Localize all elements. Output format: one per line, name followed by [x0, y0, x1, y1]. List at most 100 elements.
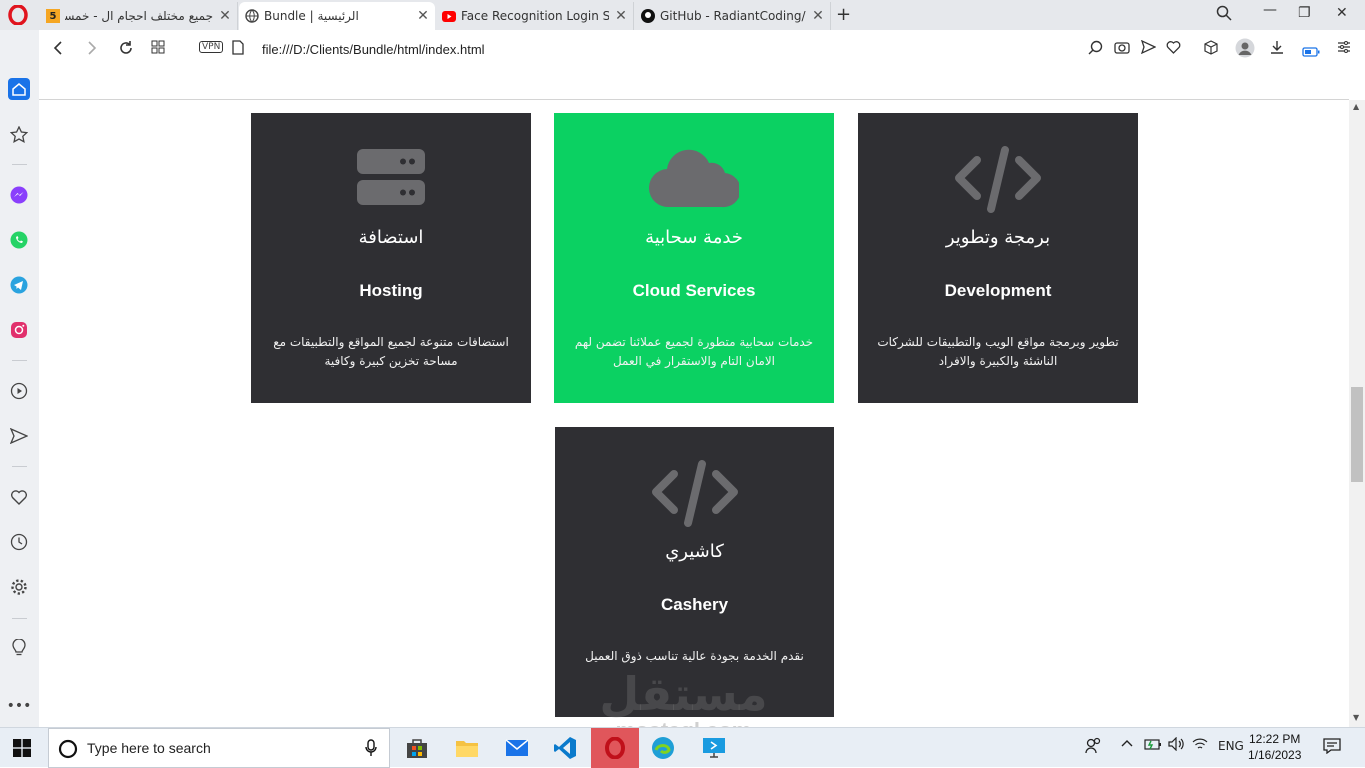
cloud-icon [554, 145, 834, 215]
mail-icon[interactable] [503, 734, 531, 762]
sidebar-divider [12, 164, 27, 165]
service-title-en: Cashery [660, 595, 729, 614]
service-description: تطوير وبرمجة مواقع الويب والتطبيقات للشر… [877, 335, 1119, 368]
settings-gear-icon[interactable] [9, 577, 29, 597]
vpn-badge[interactable]: VPN [199, 41, 224, 53]
service-title-en: Cloud Services [632, 281, 756, 300]
code-icon [555, 459, 834, 529]
close-tab-icon[interactable]: ✕ [417, 8, 429, 24]
battery-saver-icon[interactable] [1302, 43, 1320, 61]
forward-icon[interactable] [86, 40, 98, 60]
scroll-down-arrow-icon[interactable]: ▼ [1353, 713, 1359, 722]
khamsat-icon: 5 [46, 9, 60, 23]
people-icon[interactable] [1085, 737, 1101, 759]
service-title-ar: استضافة [358, 227, 424, 248]
file-explorer-icon[interactable] [453, 734, 481, 762]
tab-youtube[interactable]: Face Recognition Login Sys ✕ [436, 2, 634, 30]
opera-menu-icon[interactable] [8, 4, 28, 26]
tab-search-icon[interactable] [1216, 5, 1232, 25]
tab-title: Bundle | الرئيسية [264, 9, 359, 23]
tab-bundle[interactable]: Bundle | الرئيسية ✕ [239, 2, 435, 30]
code-icon [858, 145, 1138, 215]
home-icon[interactable] [8, 78, 30, 100]
taskbar-search-box[interactable]: Type here to search [48, 728, 390, 768]
service-card-cashery[interactable]: كاشيري Cashery نقدم الخدمة بجودة عالية ت… [555, 427, 834, 717]
back-icon[interactable] [52, 40, 64, 60]
tab-bar: 5 جميع مختلف احجام ال - خمسات ✕ Bundle |… [0, 0, 1365, 30]
network-icon[interactable] [1192, 737, 1208, 755]
service-title-en: Hosting [359, 281, 423, 300]
close-window-icon[interactable]: ✕ [1336, 5, 1348, 21]
instagram-icon[interactable] [9, 320, 29, 340]
search-placeholder: Type here to search [87, 740, 211, 756]
windows-start-icon[interactable] [8, 734, 36, 762]
header-divider [39, 99, 1349, 100]
bookmarks-heart-icon[interactable] [9, 487, 29, 507]
opera-taskbar-icon[interactable] [591, 728, 639, 768]
language-indicator[interactable]: ENG [1218, 739, 1244, 753]
cortana-circle-icon [58, 739, 78, 763]
tab-title: جميع مختلف احجام ال - خمسات [65, 9, 213, 23]
snapshot-icon[interactable] [1114, 40, 1130, 58]
service-description: خدمات سحابية متطورة لجميع عملائنا تضمن ل… [574, 335, 814, 368]
reload-icon[interactable] [118, 40, 134, 60]
microphone-icon[interactable] [365, 739, 377, 761]
more-dots-icon[interactable]: ••• [7, 696, 32, 716]
service-title-en: Development [944, 281, 1052, 300]
service-description: نقدم الخدمة بجودة عالية تناسب ذوق العميل [585, 649, 804, 663]
edge-icon[interactable] [649, 734, 677, 762]
sidebar-divider [12, 618, 27, 619]
notifications-icon[interactable] [1323, 738, 1341, 758]
easy-setup-icon[interactable] [1337, 40, 1351, 58]
tab-title: GitHub - RadiantCoding/Co [660, 9, 806, 23]
tips-lightbulb-icon[interactable] [9, 638, 29, 658]
messenger-icon[interactable] [9, 185, 29, 205]
player-icon[interactable] [9, 381, 29, 401]
taskbar-clock[interactable]: 12:22 PM 1/16/2023 [1248, 731, 1301, 763]
restore-icon[interactable]: ❐ [1298, 5, 1311, 21]
service-card-cloud[interactable]: خدمة سحابية Cloud Services خدمات سحابية … [554, 113, 834, 403]
tab-khamsat[interactable]: 5 جميع مختلف احجام ال - خمسات ✕ [40, 2, 238, 30]
vscode-icon[interactable] [551, 734, 579, 762]
tab-github[interactable]: GitHub - RadiantCoding/Co ✕ [635, 2, 831, 30]
whatsapp-icon[interactable] [9, 230, 29, 250]
microsoft-store-icon[interactable] [403, 734, 431, 762]
zoom-search-icon[interactable] [1088, 40, 1103, 59]
tabs-grid-icon[interactable] [151, 40, 165, 58]
close-tab-icon[interactable]: ✕ [812, 8, 824, 24]
service-title-ar: كاشيري [665, 541, 724, 562]
speed-dial-star-icon[interactable] [9, 125, 29, 145]
page-scrollbar[interactable]: ▲ ▼ [1349, 100, 1365, 727]
battery-icon[interactable] [1144, 737, 1162, 755]
service-title-ar: برمجة وتطوير [945, 227, 1051, 248]
scroll-up-arrow-icon[interactable]: ▲ [1353, 102, 1359, 111]
my-flow-send-icon[interactable] [9, 426, 29, 446]
volume-icon[interactable] [1168, 736, 1184, 755]
clock-time: 12:22 PM [1249, 732, 1301, 746]
file-icon [232, 40, 244, 59]
profile-avatar-icon[interactable] [1235, 38, 1255, 62]
remote-desktop-icon[interactable] [700, 734, 728, 762]
show-hidden-icons-chevron-icon[interactable] [1121, 737, 1133, 752]
url-field[interactable]: file:///D:/Clients/Bundle/html/index.htm… [262, 42, 485, 57]
telegram-icon[interactable] [9, 275, 29, 295]
service-card-hosting[interactable]: استضافة Hosting استضافات متنوعة لجميع ال… [251, 113, 531, 403]
github-icon [641, 9, 655, 23]
history-clock-icon[interactable] [9, 532, 29, 552]
new-tab-icon[interactable]: + [836, 4, 851, 25]
service-description: استضافات متنوعة لجميع المواقع والتطبيقات… [273, 335, 509, 368]
globe-icon [245, 9, 259, 23]
tab-title: Face Recognition Login Sys [461, 9, 609, 23]
windows-taskbar: Type here to search ENG 12:22 PM 1/16/20… [0, 727, 1365, 768]
close-tab-icon[interactable]: ✕ [615, 8, 627, 24]
heart-icon[interactable] [1166, 40, 1181, 58]
page-viewport: استضافة Hosting استضافات متنوعة لجميع ال… [39, 69, 1349, 727]
scrollbar-thumb[interactable] [1351, 387, 1363, 482]
server-icon [251, 145, 531, 215]
download-icon[interactable] [1270, 40, 1284, 59]
send-icon[interactable] [1140, 39, 1157, 58]
minimize-icon[interactable]: — [1263, 2, 1277, 18]
close-tab-icon[interactable]: ✕ [219, 8, 231, 24]
service-card-development[interactable]: برمجة وتطوير Development تطوير وبرمجة مو… [858, 113, 1138, 403]
extensions-cube-icon[interactable] [1204, 40, 1218, 59]
